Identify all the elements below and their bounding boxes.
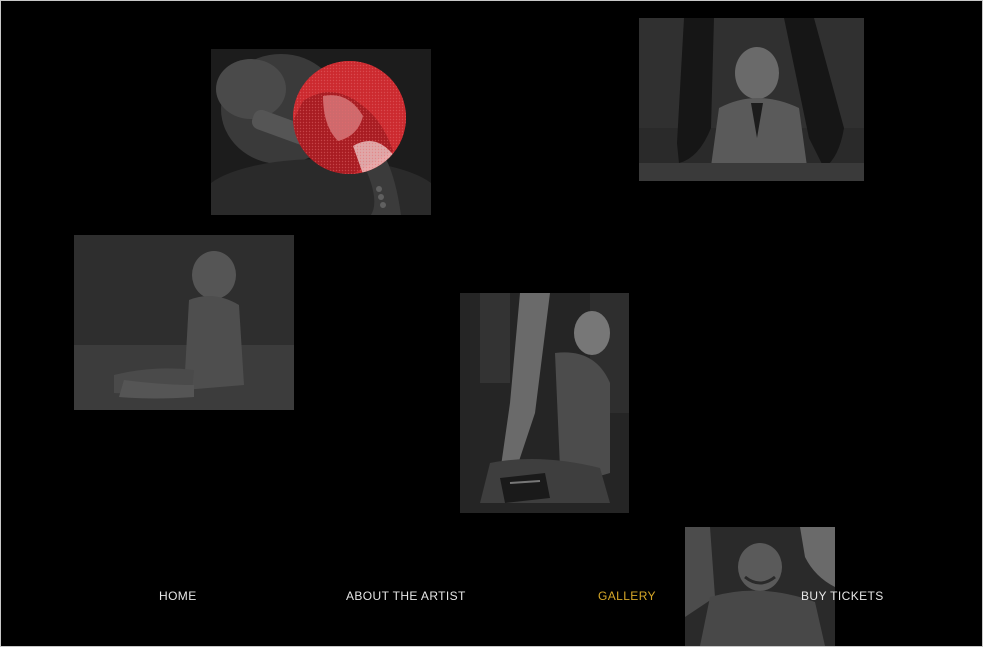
nav-home-link[interactable]: HOME <box>159 589 197 603</box>
main-navigation: HOME ABOUT THE ARTIST GALLERY BUY TICKET… <box>1 589 982 607</box>
gallery-photo-2[interactable] <box>639 18 864 181</box>
nav-gallery-link[interactable]: GALLERY <box>598 589 656 603</box>
nav-buy-tickets-link[interactable]: BUY TICKETS <box>801 589 884 603</box>
gallery-photo-3[interactable] <box>74 235 294 410</box>
gallery-photo-5[interactable] <box>685 527 835 646</box>
gallery-page: HOME ABOUT THE ARTIST GALLERY BUY TICKET… <box>0 0 983 647</box>
red-highlight-circle <box>293 61 406 174</box>
nav-about-artist-link[interactable]: ABOUT THE ARTIST <box>346 589 466 603</box>
gallery-photo-4[interactable] <box>460 293 629 513</box>
